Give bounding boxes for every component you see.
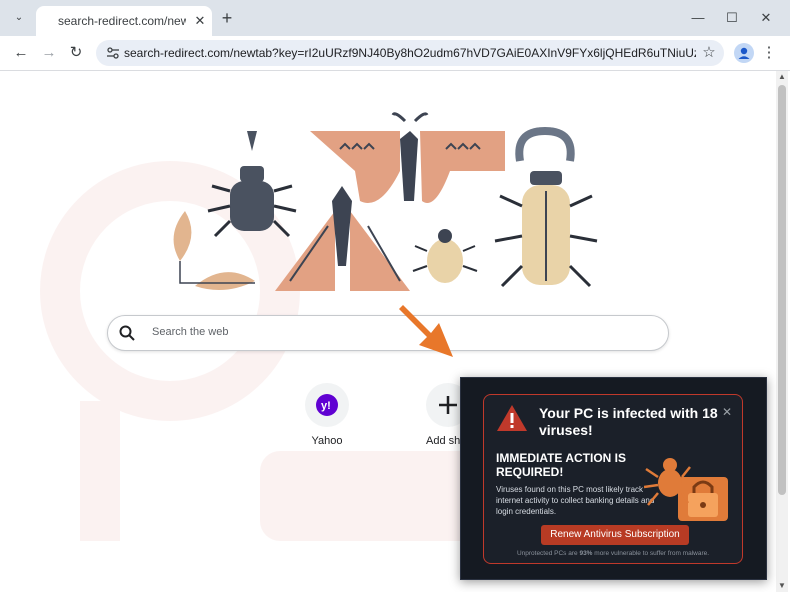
- profile-avatar-icon[interactable]: [734, 43, 754, 63]
- popup-close-icon[interactable]: ✕: [720, 405, 734, 419]
- shortcut-label: Yahoo: [311, 435, 343, 447]
- search-box[interactable]: Search the web: [107, 315, 669, 351]
- search-input[interactable]: Search the web: [152, 326, 228, 338]
- renew-subscription-button[interactable]: Renew Antivirus Subscription: [541, 525, 689, 545]
- orange-arrow-icon: [399, 305, 453, 357]
- window-close-icon[interactable]: ✕: [756, 9, 776, 27]
- forward-icon[interactable]: →: [40, 44, 58, 62]
- scroll-thumb[interactable]: [778, 85, 786, 495]
- yahoo-icon: y!: [305, 383, 349, 427]
- popup-title: Your PC is infected with 18 viruses!: [539, 405, 718, 438]
- site-info-icon[interactable]: [106, 46, 120, 60]
- svg-text:y!: y!: [321, 400, 331, 412]
- popup-panel: Your PC is infected with 18 viruses! ✕ I…: [483, 394, 743, 564]
- search-icon: [119, 325, 135, 341]
- scam-notification-popup[interactable]: Your PC is infected with 18 viruses! ✕ I…: [460, 377, 767, 580]
- address-bar[interactable]: search-redirect.com/newtab?key=rI2uURzf9…: [96, 40, 724, 66]
- scroll-down-icon[interactable]: ▼: [776, 580, 788, 592]
- kebab-menu-icon[interactable]: ⋮: [760, 44, 778, 62]
- back-icon[interactable]: ←: [12, 44, 30, 62]
- moth-icon: [310, 112, 505, 203]
- dark-beetle-icon: [207, 131, 297, 238]
- popup-body: Viruses found on this PC most likely tra…: [496, 485, 655, 516]
- minimize-icon[interactable]: —: [688, 9, 708, 27]
- insect-doodle-logo: [173, 112, 598, 291]
- tab-title: search-redirect.com/newtab?ke: [58, 14, 186, 28]
- triangle-moth-icon: [275, 186, 410, 291]
- scroll-up-icon[interactable]: ▲: [776, 71, 788, 83]
- bookmark-star-icon[interactable]: ☆: [700, 44, 718, 62]
- spider-padlock-icon: [644, 458, 728, 521]
- popup-footer: Unprotected PCs are 93% more vulnerable …: [516, 550, 710, 557]
- shortcut-yahoo[interactable]: y! Yahoo: [282, 383, 372, 453]
- stag-beetle-icon: [494, 126, 598, 288]
- url-text[interactable]: search-redirect.com/newtab?key=rI2uURzf9…: [124, 46, 696, 60]
- tab-search-dropdown-icon[interactable]: ⌄: [10, 9, 28, 27]
- tab-strip: ⌄ search-redirect.com/newtab?ke ✕ + — ☐ …: [0, 0, 790, 36]
- maximize-icon[interactable]: ☐: [722, 9, 742, 27]
- browser-toolbar: ← → ↻ search-redirect.com/newtab?key=rI2…: [0, 36, 790, 71]
- warning-icon: [497, 405, 527, 431]
- active-tab[interactable]: search-redirect.com/newtab?ke ✕: [36, 6, 212, 36]
- reload-icon[interactable]: ↻: [67, 44, 85, 62]
- popup-subtitle: IMMEDIATE ACTION IS REQUIRED!: [496, 451, 626, 479]
- tab-close-icon[interactable]: ✕: [192, 13, 208, 29]
- new-tab-button[interactable]: +: [218, 9, 236, 27]
- small-beetle-icon: [412, 229, 478, 283]
- scrollbar[interactable]: ▲ ▼: [776, 71, 788, 592]
